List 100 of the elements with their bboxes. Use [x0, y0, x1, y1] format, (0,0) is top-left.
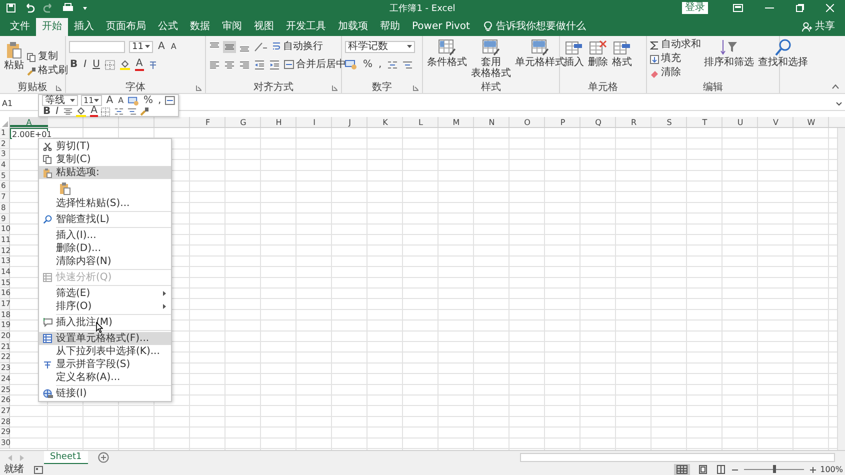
maximize-icon[interactable] [796, 4, 804, 12]
font-name-field[interactable] [69, 40, 125, 52]
vertical-scrollbar[interactable] [837, 128, 845, 450]
redo-icon[interactable] [43, 3, 54, 13]
menu-item[interactable]: 清除内容(N) [39, 255, 171, 268]
save-icon[interactable] [6, 3, 16, 13]
shrink-font-button[interactable]: A [117, 95, 125, 106]
ribbon-tab[interactable]: 文件 [4, 18, 36, 36]
menu-item[interactable]: 定义名称(A)... [39, 371, 171, 384]
menu-item[interactable]: 删除(D)... [39, 242, 171, 255]
menu-item[interactable]: 复制(C) [39, 153, 171, 166]
style-button[interactable]: 单元格样式 [514, 39, 566, 68]
right-align-icon[interactable] [239, 60, 250, 70]
column-header[interactable]: Q [580, 117, 616, 127]
border-icon[interactable] [101, 106, 112, 116]
clipboard-button[interactable]: 格式刷 [27, 65, 68, 77]
editing-button[interactable]: 清除 [650, 67, 701, 79]
share-button[interactable]: 共享 [815, 18, 835, 36]
menu-item[interactable]: 剪切(T) [39, 140, 171, 153]
bold-button[interactable]: B [69, 58, 79, 70]
column-header[interactable]: G [226, 117, 261, 127]
decrease-indent-icon[interactable] [254, 60, 265, 70]
close-icon[interactable] [826, 4, 834, 12]
zoom-in-icon[interactable] [810, 466, 816, 472]
center-align-icon[interactable] [224, 60, 235, 70]
italic-button[interactable]: I [82, 58, 88, 70]
increase-decimal-icon[interactable] [114, 107, 124, 116]
page-break-icon[interactable] [716, 465, 726, 474]
font-size-field[interactable]: 11 [80, 95, 102, 106]
ribbon-tab[interactable]: 开发工具 [280, 18, 332, 36]
ribbon-tab[interactable]: 公式 [152, 18, 184, 36]
grow-font-button[interactable]: A [157, 40, 166, 52]
dialog-launcher-icon[interactable] [196, 85, 202, 91]
comma-button[interactable]: , [156, 95, 162, 106]
editing-button[interactable]: 自动求和 [650, 39, 701, 51]
font-color-button[interactable]: A [134, 58, 144, 70]
menu-item[interactable]: 选择性粘贴(S)... [39, 197, 171, 210]
merge-icon[interactable] [165, 96, 175, 105]
expand-formula-icon[interactable] [836, 102, 842, 106]
currency-icon[interactable] [128, 96, 140, 106]
menu-item[interactable]: 粘贴选项: [39, 166, 171, 179]
column-header[interactable]: A [10, 117, 48, 127]
column-header[interactable]: H [261, 117, 296, 127]
cells-button[interactable]: 删除 [587, 39, 609, 68]
font-color-button[interactable]: A [90, 106, 98, 117]
left-align-icon[interactable] [209, 60, 220, 70]
editing-button[interactable]: 填充 [650, 53, 701, 65]
decrease-decimal-icon[interactable] [127, 107, 138, 116]
phonetic-icon[interactable] [148, 60, 158, 70]
column-header[interactable]: V [758, 117, 794, 127]
menu-item[interactable]: 链接(I) [39, 387, 171, 400]
merge-center-button[interactable]: 合并后居中 [284, 58, 346, 70]
menu-item[interactable]: 智能查找(L) [39, 213, 171, 226]
paste-button[interactable]: 粘贴 [3, 39, 25, 71]
column-header[interactable]: K [368, 117, 403, 127]
ribbon-tab[interactable]: 插入 [68, 18, 100, 36]
column-header[interactable]: S [652, 117, 687, 127]
menu-item[interactable]: 筛选(E) [39, 287, 171, 300]
menu-item[interactable]: 从下拉列表中选择(K)... [39, 345, 171, 358]
undo-icon[interactable] [24, 3, 35, 13]
fill-color-icon[interactable] [76, 106, 87, 117]
percent-button[interactable]: % [362, 58, 374, 70]
middle-align-icon[interactable] [223, 40, 236, 52]
ribbon-tab[interactable]: 加载项 [332, 18, 374, 36]
paste-option-icon[interactable] [59, 182, 71, 194]
font-size-field[interactable]: 11 [129, 40, 153, 52]
collapse-ribbon-icon[interactable] [832, 84, 839, 89]
login-button[interactable]: 登录 [682, 2, 708, 14]
cells-button[interactable]: 格式 [611, 39, 633, 68]
wrap-text-button[interactable]: 自动换行 [272, 40, 323, 52]
dialog-launcher-icon[interactable] [56, 85, 62, 91]
printer-icon[interactable] [62, 3, 74, 13]
dialog-launcher-icon[interactable] [413, 85, 419, 91]
center-align-icon[interactable] [62, 107, 73, 116]
menu-item[interactable]: 插入(I)... [39, 229, 171, 242]
column-header[interactable]: W [794, 117, 829, 127]
ribbon-tab[interactable]: 审阅 [216, 18, 248, 36]
column-header[interactable]: T [687, 117, 722, 127]
ribbon-tab[interactable]: 数据 [184, 18, 216, 36]
orientation-icon[interactable] [254, 42, 268, 52]
grow-font-button[interactable]: A [105, 95, 114, 106]
editing-big-button[interactable]: 排序和筛选 [703, 39, 755, 68]
cells-button[interactable]: 插入 [563, 39, 585, 68]
column-header[interactable]: J [332, 117, 368, 127]
sheet-tab[interactable]: Sheet1 [44, 450, 88, 464]
font-name-field[interactable]: 等线 [42, 95, 78, 106]
column-header[interactable]: R [616, 117, 652, 127]
increase-decimal-icon[interactable] [386, 60, 398, 70]
menu-item[interactable]: 设置单元格格式(F)... [39, 332, 171, 345]
menu-item[interactable]: 排序(O) [39, 300, 171, 313]
currency-icon[interactable] [345, 59, 358, 70]
zoom-level[interactable]: 100% [820, 464, 843, 475]
ribbon-tab[interactable]: 开始 [36, 18, 68, 36]
column-header[interactable]: O [510, 117, 545, 127]
decrease-decimal-icon[interactable] [402, 60, 413, 70]
shrink-font-button[interactable]: A [170, 40, 178, 52]
percent-button[interactable]: % [142, 95, 154, 106]
underline-button[interactable]: U [92, 58, 101, 70]
italic-button[interactable]: I [54, 106, 60, 117]
horizontal-scrollbar[interactable] [520, 453, 835, 462]
